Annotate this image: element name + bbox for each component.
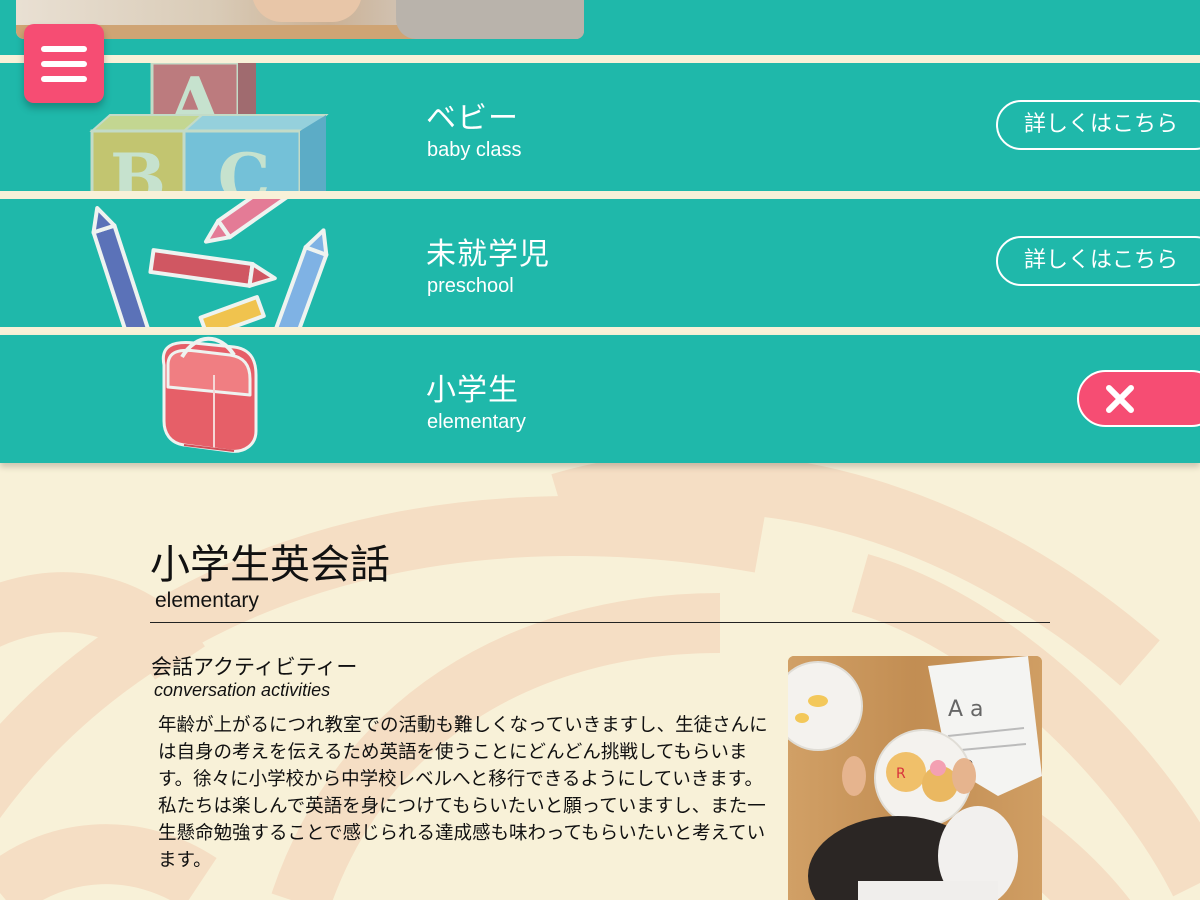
class-title-en: preschool — [427, 275, 514, 297]
svg-text:C: C — [218, 139, 271, 191]
section-subtitle: elementary — [155, 589, 259, 612]
previous-class-band — [0, 0, 1200, 55]
details-button[interactable]: 詳しくはこちら — [996, 236, 1200, 286]
abc-blocks-icon: A B C — [89, 63, 329, 191]
crayons-icon — [91, 199, 329, 327]
class-title-ja: 未就学児 — [426, 237, 550, 272]
svg-text:R: R — [896, 766, 906, 782]
svg-text:A a: A a — [948, 697, 984, 722]
school-backpack-icon — [161, 336, 258, 453]
activity-photo: A a R R — [788, 656, 1042, 900]
activity-description: 年齢が上がるにつれ教室での活動も難しくなっていきますし、生徒さんには自身の考えを… — [158, 715, 768, 871]
class-band-baby[interactable]: A B C ベビー baby class 詳しくはこちら — [0, 63, 1200, 191]
activity-subtitle: conversation activities — [154, 680, 331, 700]
class-title-ja: 小学生 — [426, 373, 519, 408]
close-button[interactable] — [1077, 370, 1200, 427]
close-icon — [1106, 385, 1134, 413]
section-divider — [150, 622, 1050, 623]
section-title: 小学生英会話 — [150, 542, 390, 588]
class-title-en: elementary — [427, 411, 526, 433]
class-band-preschool[interactable]: 未就学児 preschool 詳しくはこちら — [0, 199, 1200, 327]
svg-text:B: B — [110, 139, 166, 191]
activity-title: 会話アクティビティー — [151, 655, 358, 679]
class-band-elementary[interactable]: 小学生 elementary — [0, 335, 1200, 463]
hamburger-menu-icon — [41, 46, 87, 52]
menu-button[interactable] — [24, 24, 104, 103]
details-button[interactable]: 詳しくはこちら — [996, 100, 1200, 150]
class-title-ja: ベビー — [426, 101, 519, 136]
class-title-en: baby class — [427, 139, 522, 161]
